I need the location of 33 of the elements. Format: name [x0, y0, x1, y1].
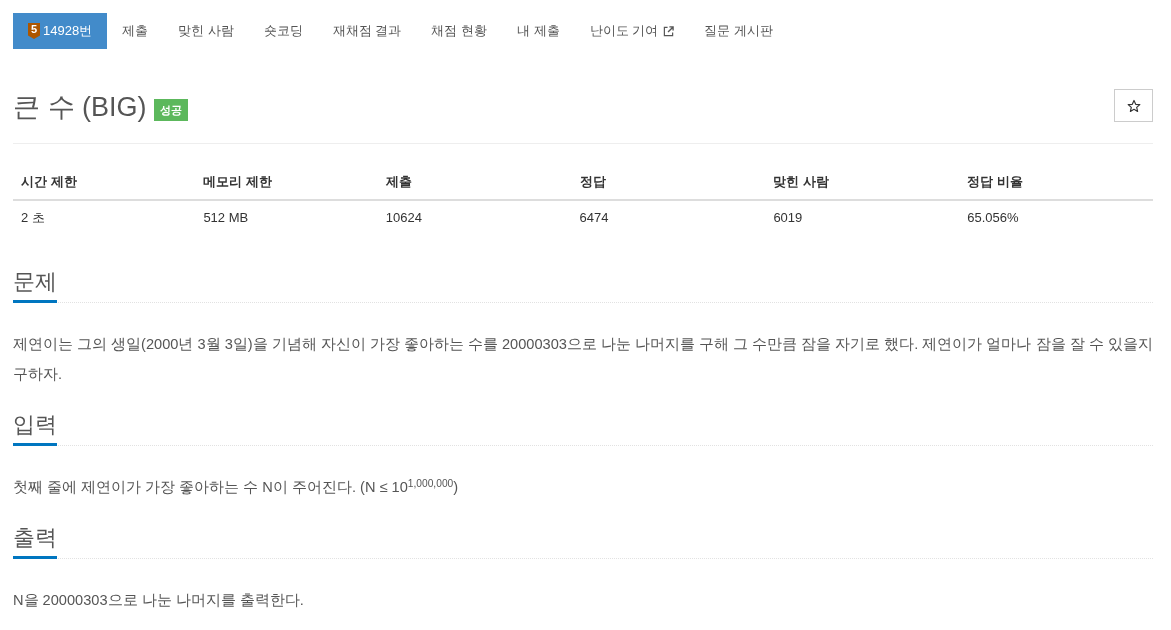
table-cell: 2 초	[13, 200, 196, 235]
nav-tab[interactable]: 채점 현황	[416, 13, 503, 49]
problem-text: N을 20000303으로 나눈 나머지를 출력한다.	[13, 591, 305, 610]
nav-tab[interactable]: 내 제출	[502, 13, 575, 49]
nav-tab[interactable]: 5 14928번	[13, 13, 108, 49]
table-cell: 10624	[377, 200, 572, 235]
table-cell: 6474	[571, 200, 766, 235]
nav-tab[interactable]: 질문 게시판	[689, 13, 788, 49]
table-header-cell: 맞힌 사람	[765, 165, 960, 200]
table-header-cell: 시간 제한	[13, 165, 196, 200]
table-header-cell: 정답 비율	[959, 165, 1153, 200]
section-heading: 출력	[13, 525, 57, 559]
nav-tab[interactable]: 난이도 기여	[574, 13, 690, 49]
problem-title: 큰 수 (BIG)	[13, 91, 147, 124]
star-icon	[1126, 98, 1141, 113]
table-cell: 6019	[765, 200, 960, 235]
table-cell: 512 MB	[195, 200, 378, 235]
table-header-cell: 제출	[377, 165, 572, 200]
tier-badge: 5	[28, 23, 40, 39]
nav-tab[interactable]: 제출	[107, 13, 164, 49]
table-header-cell: 정답	[571, 165, 766, 200]
problem-text: 첫째 줄에 제연이가 가장 좋아하는 수 N이 주어진다. (N ≤ 10$^{1,000,000}$)	[13, 476, 460, 497]
favorite-button[interactable]	[1114, 89, 1153, 122]
table-header-cell: 메모리 제한	[195, 165, 378, 200]
problem-text: 제연이는 그의 생일(2000년 3월 3일)을 기념해 자신이 가장 좋아하는 수를 20000303으로 나눈 나머지를 구해 그 수만큼 잠을 자기로 했다. 제연이가 얼마나 잠을 잘 수 있을지 구하자.	[13, 335, 1153, 384]
nav-tab[interactable]: 재채점 결과	[317, 13, 417, 49]
result-badge: 성공	[153, 99, 188, 121]
section-heading: 문제	[13, 269, 57, 303]
table-cell: 65.056%	[959, 200, 1153, 235]
external-link-icon	[663, 25, 675, 37]
nav-tab[interactable]: 숏코딩	[248, 13, 318, 49]
nav-tab[interactable]: 맞힌 사람	[163, 13, 249, 49]
section-heading: 입력	[13, 412, 57, 446]
